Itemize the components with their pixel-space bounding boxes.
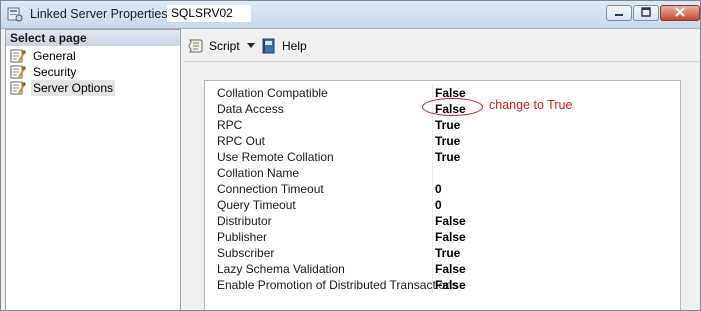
linked-server-properties-window: Linked Server Properties - SQLSRV02 Sele… — [0, 0, 701, 311]
annotation-oval — [422, 98, 483, 116]
title-bar[interactable]: Linked Server Properties - SQLSRV02 — [1, 1, 700, 29]
property-value[interactable]: False — [435, 278, 466, 292]
property-value[interactable]: 0 — [435, 182, 442, 196]
maximize-icon — [641, 7, 651, 17]
maximize-button[interactable] — [633, 5, 659, 21]
property-row-rpc[interactable]: RPC True — [205, 117, 680, 133]
help-button[interactable]: Help — [260, 37, 310, 55]
property-name: Enable Promotion of Distributed Transact… — [217, 278, 458, 292]
dropdown-arrow-icon[interactable] — [247, 43, 255, 48]
close-button[interactable] — [660, 5, 700, 21]
page-wrench-icon — [10, 49, 26, 63]
annotation-text: change to True — [489, 98, 573, 112]
property-value[interactable]: True — [435, 150, 460, 164]
property-name: Lazy Schema Validation — [217, 262, 345, 276]
script-icon — [187, 38, 205, 54]
page-item-server-options[interactable]: Server Options — [10, 80, 178, 96]
property-row-enable-promotion[interactable]: Enable Promotion of Distributed Transact… — [205, 277, 680, 293]
property-value[interactable]: False — [435, 214, 466, 228]
property-value[interactable]: False — [435, 230, 466, 244]
property-name: RPC Out — [217, 134, 266, 148]
property-name: Collation Name — [217, 166, 300, 180]
close-icon — [675, 7, 685, 17]
minimize-button[interactable] — [606, 5, 632, 21]
property-row-use-remote-collation[interactable]: Use Remote Collation True — [205, 149, 680, 165]
page-wrench-icon — [10, 81, 26, 95]
property-row-collation-name[interactable]: Collation Name — [205, 165, 680, 181]
property-name: Subscriber — [217, 246, 275, 260]
help-book-icon — [260, 38, 278, 54]
property-row-publisher[interactable]: Publisher False — [205, 229, 680, 245]
page-item-general[interactable]: General — [10, 48, 178, 64]
help-label: Help — [282, 39, 307, 53]
property-row-distributor[interactable]: Distributor False — [205, 213, 680, 229]
property-value[interactable]: 0 — [435, 198, 442, 212]
page-item-security[interactable]: Security — [10, 64, 178, 80]
script-button[interactable]: Script — [187, 37, 259, 55]
property-name: Connection Timeout — [217, 182, 324, 196]
property-value[interactable]: True — [435, 134, 460, 148]
property-row-rpc-out[interactable]: RPC Out True — [205, 133, 680, 149]
page-item-label: General — [33, 49, 76, 63]
property-value[interactable]: True — [435, 118, 460, 132]
window-title-server-name: SQLSRV02 — [167, 5, 251, 22]
property-name: Query Timeout — [217, 198, 296, 212]
select-page-pane: Select a page General Security Server Op… — [5, 29, 181, 310]
property-name: Distributor — [217, 214, 272, 228]
window-title: Linked Server Properties - — [30, 7, 176, 21]
property-value[interactable]: True — [435, 246, 460, 260]
page-item-label: Server Options — [31, 80, 116, 96]
server-properties-icon — [7, 7, 23, 22]
minimize-icon — [615, 14, 623, 16]
property-name: Data Access — [217, 102, 284, 116]
page-item-label: Security — [33, 65, 77, 79]
property-name: Publisher — [217, 230, 268, 244]
script-label: Script — [209, 39, 240, 53]
property-name: RPC — [217, 118, 243, 132]
property-row-subscriber[interactable]: Subscriber True — [205, 245, 680, 261]
property-row-query-timeout[interactable]: Query Timeout 0 — [205, 197, 680, 213]
toolbar: Script Help — [183, 29, 700, 61]
property-name: Collation Compatible — [217, 86, 328, 100]
property-name: Use Remote Collation — [217, 150, 334, 164]
page-wrench-icon — [10, 65, 26, 79]
select-page-header: Select a page — [6, 30, 180, 46]
property-row-lazy-schema-validation[interactable]: Lazy Schema Validation False — [205, 261, 680, 277]
property-value[interactable]: False — [435, 262, 466, 276]
property-row-connection-timeout[interactable]: Connection Timeout 0 — [205, 181, 680, 197]
